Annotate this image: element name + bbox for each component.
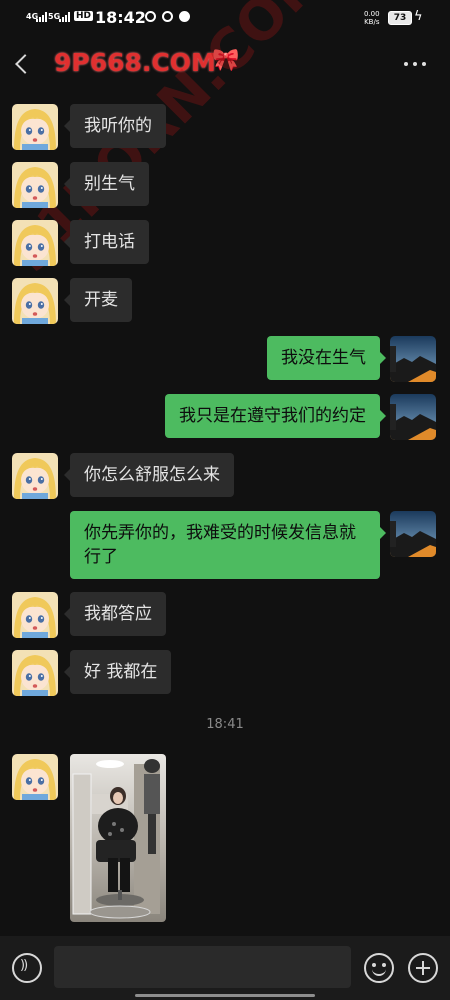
battery-icon: 73 [388,11,412,25]
network-speed: 0.00 KB/s [364,10,380,26]
signal-icon-2 [59,12,70,22]
outgoing-message-bubble[interactable]: 我没在生气 [267,336,386,380]
input-bar [0,936,450,1000]
network-speed-unit: KB/s [364,18,380,26]
status-bar: 4G 5G HD 18:42 0.00 KB/s 73 ϟ [0,0,450,36]
charging-icon: ϟ [414,9,423,24]
contact-avatar[interactable] [12,278,58,324]
contact-avatar[interactable] [12,220,58,266]
message-input[interactable] [54,946,351,988]
incoming-message-bubble[interactable]: 我都答应 [64,592,166,636]
message-timestamp: 18:41 [206,717,244,732]
compass-app-icon [179,11,190,22]
contact-avatar[interactable] [12,650,58,696]
hotspot-icon [145,11,156,22]
more-functions-plus-icon[interactable] [408,953,438,983]
incoming-message-bubble[interactable]: 我听你的 [64,104,166,148]
chat-title: 9P668.COM [54,48,216,77]
incoming-message-bubble[interactable]: 好 我都在 [63,650,172,694]
emoji-icon[interactable] [364,953,394,983]
my-avatar[interactable] [390,336,436,382]
incoming-message-bubble[interactable]: 别生气 [64,162,149,206]
hd-voice-badge: HD [74,11,94,21]
outgoing-message-bubble[interactable]: 你先弄你的，我难受的时候发信息就行了 [70,511,386,579]
contact-avatar[interactable] [12,104,58,150]
my-avatar[interactable] [390,511,436,557]
outgoing-message-bubble[interactable]: 我只是在遵守我们的约定 [165,394,386,438]
search-app-icon [162,11,173,22]
contact-avatar[interactable] [12,592,58,638]
voice-input-icon[interactable] [12,953,42,983]
contact-avatar[interactable] [12,453,58,499]
bow-emoji: 🎀 [212,48,240,73]
network-speed-value: 0.00 [364,10,380,18]
status-time: 18:42 [95,8,146,27]
photo-message[interactable] [70,754,166,922]
home-indicator [135,994,315,997]
back-arrow-icon[interactable] [12,50,34,76]
my-avatar[interactable] [390,394,436,440]
incoming-message-bubble[interactable]: 打电话 [64,220,149,264]
incoming-message-bubble[interactable]: 开麦 [64,278,132,322]
more-options-icon[interactable] [404,62,426,66]
contact-avatar[interactable] [12,162,58,208]
chat-header: 9P668.COM 🎀 [0,36,450,92]
contact-avatar[interactable] [12,754,58,800]
signal-icon-1 [36,12,47,22]
incoming-message-bubble[interactable]: 你怎么舒服怎么来 [64,453,234,497]
